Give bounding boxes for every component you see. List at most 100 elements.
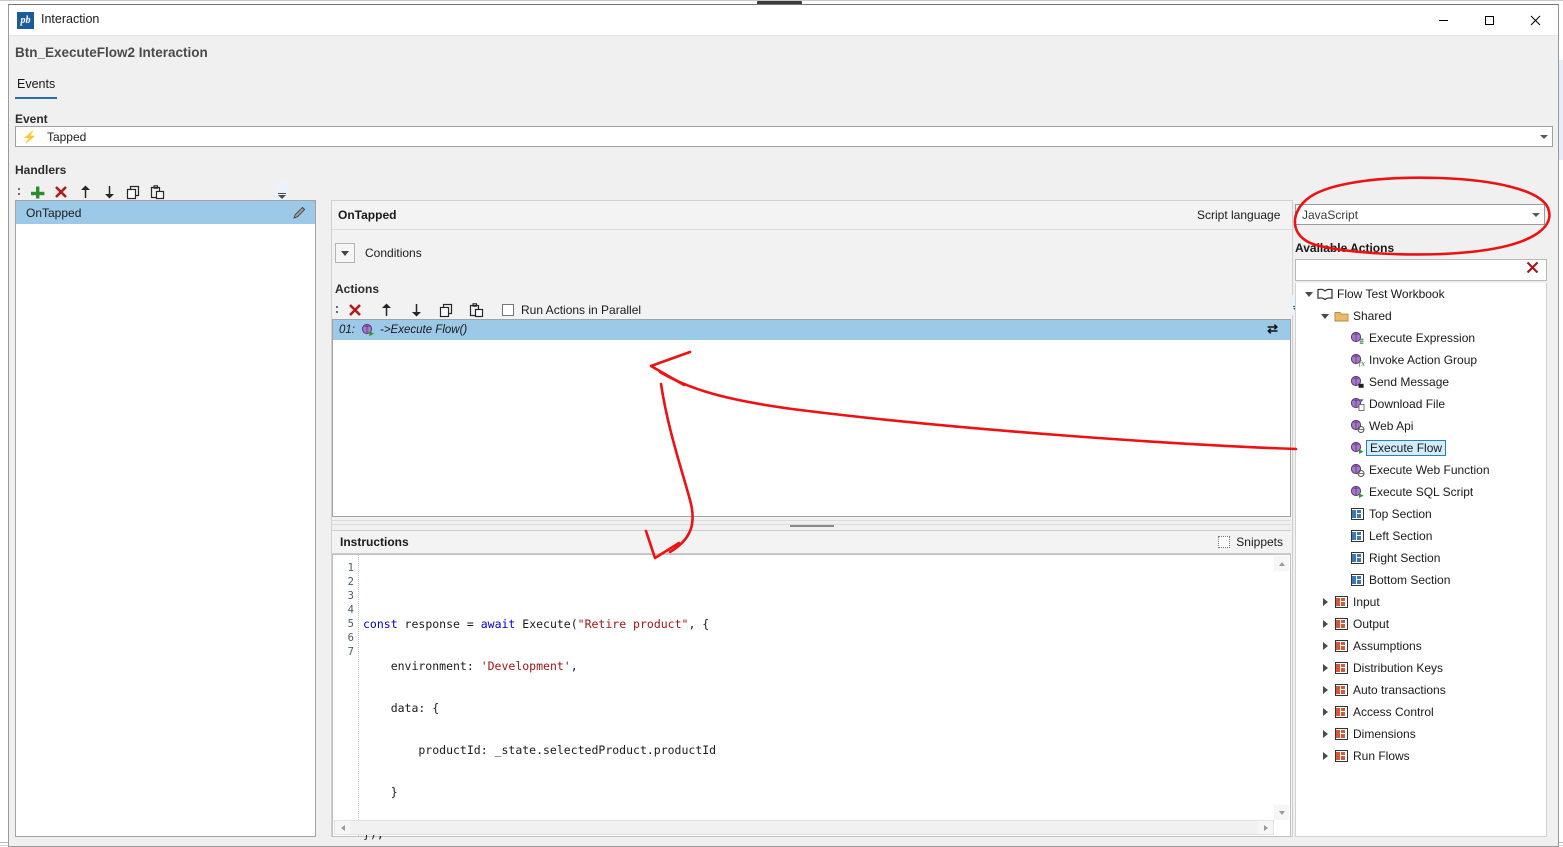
chevron-down-icon[interactable]: [1302, 292, 1316, 297]
handlers-list[interactable]: OnTapped: [15, 200, 316, 837]
run-parallel-checkbox-row[interactable]: Run Actions in Parallel: [502, 303, 641, 317]
paste-action-button[interactable]: [464, 299, 488, 321]
actions-toolbar-grip[interactable]: [335, 304, 339, 316]
close-button[interactable]: [1512, 5, 1558, 36]
action-download-icon: [1348, 397, 1366, 411]
tree-item-distribution-keys[interactable]: Distribution Keys: [1296, 657, 1546, 679]
editor-vertical-scrollbar[interactable]: [1274, 556, 1289, 820]
chevron-right-icon[interactable]: [1318, 730, 1332, 738]
tree-item-web-api[interactable]: Web Api: [1296, 415, 1546, 437]
available-actions-search[interactable]: [1295, 259, 1547, 281]
editor-horizontal-scrollbar[interactable]: [334, 820, 1274, 835]
snippets-checkbox-row[interactable]: Snippets: [1218, 535, 1283, 549]
action-expression-icon: [1348, 331, 1366, 345]
code-line: environment: 'Development',: [363, 659, 1272, 673]
copy-action-button[interactable]: [434, 299, 458, 321]
pane-splitter[interactable]: [332, 520, 1291, 530]
chevron-right-icon[interactable]: [1318, 664, 1332, 672]
event-value: Tapped: [47, 130, 86, 144]
code-line: productId: _state.selectedProduct.produc…: [363, 743, 1272, 757]
minimize-button[interactable]: [1420, 5, 1466, 36]
handlers-toolbar-overflow-button[interactable]: [275, 182, 289, 202]
chevron-down-icon[interactable]: [1532, 213, 1540, 217]
run-parallel-checkbox[interactable]: [502, 304, 514, 316]
pencil-icon[interactable]: [292, 205, 307, 223]
script-language-dropdown[interactable]: JavaScript: [1295, 204, 1545, 225]
page-title: Btn_ExecuteFlow2 Interaction: [15, 45, 208, 60]
available-actions-tree[interactable]: Flow Test Workbook Shared Execute Expres…: [1295, 283, 1547, 837]
screen: pb Interaction Btn_ExecuteFlow2 Interact…: [0, 0, 1563, 847]
tree-item-output[interactable]: Output: [1296, 613, 1546, 635]
event-label: Event: [15, 112, 48, 126]
scroll-down-button[interactable]: [1274, 805, 1289, 820]
tree-item-label: Execute Flow: [1367, 441, 1445, 455]
chevron-right-icon[interactable]: [1318, 620, 1332, 628]
maximize-button[interactable]: [1466, 5, 1512, 36]
run-parallel-label: Run Actions in Parallel: [521, 303, 641, 317]
tree-item-left-section[interactable]: Left Section: [1296, 525, 1546, 547]
tree-item-top-section[interactable]: Top Section: [1296, 503, 1546, 525]
conditions-expander-button[interactable]: [335, 243, 355, 263]
chevron-right-icon[interactable]: [1318, 686, 1332, 694]
section-icon: [1348, 530, 1366, 542]
tree-item-shared[interactable]: Shared: [1296, 305, 1546, 327]
chevron-right-icon[interactable]: [1318, 708, 1332, 716]
tree-item-execute-expression[interactable]: Execute Expression: [1296, 327, 1546, 349]
search-input[interactable]: [1296, 262, 1526, 278]
line-number: 6: [333, 631, 358, 645]
tree-item-download-file[interactable]: Download File: [1296, 393, 1546, 415]
tree-item-flow-test-workbook[interactable]: Flow Test Workbook: [1296, 283, 1546, 305]
tree-item-invoke-action-group[interactable]: fx Invoke Action Group: [1296, 349, 1546, 371]
action-message-icon: [1348, 375, 1366, 389]
chevron-right-icon[interactable]: [1318, 598, 1332, 606]
snippets-label: Snippets: [1236, 535, 1283, 549]
chevron-down-icon[interactable]: [1318, 314, 1332, 319]
toolbar-grip[interactable]: [17, 186, 21, 198]
scroll-up-button[interactable]: [1274, 556, 1289, 571]
section-icon: [1332, 640, 1350, 652]
tree-item-dimensions[interactable]: Dimensions: [1296, 723, 1546, 745]
move-action-down-button[interactable]: [404, 299, 428, 321]
tree-item-send-message[interactable]: Send Message: [1296, 371, 1546, 393]
handler-list-item[interactable]: OnTapped: [16, 201, 315, 224]
chevron-right-icon[interactable]: [1318, 752, 1332, 760]
tree-item-access-control[interactable]: Access Control: [1296, 701, 1546, 723]
sync-arrows-icon[interactable]: ⇄: [1267, 321, 1278, 337]
scroll-right-button[interactable]: [1258, 821, 1273, 834]
event-combobox[interactable]: ⚡ Tapped: [15, 126, 1553, 147]
section-icon: [1332, 662, 1350, 674]
editor-gutter: 1 2 3 4 5 6 7: [333, 555, 359, 836]
actions-list[interactable]: 01: ->Execute Flow() ⇄: [332, 319, 1291, 517]
tree-item-execute-sql-script[interactable]: Execute SQL Script: [1296, 481, 1546, 503]
tree-item-label: Execute Expression: [1369, 331, 1475, 345]
clear-search-icon[interactable]: [1526, 261, 1539, 279]
tree-item-label: Download File: [1369, 397, 1445, 411]
snippets-checkbox[interactable]: [1218, 536, 1230, 548]
line-number: 4: [333, 603, 358, 617]
tree-item-run-flows[interactable]: Run Flows: [1296, 745, 1546, 767]
tree-item-input[interactable]: Input: [1296, 591, 1546, 613]
editor-code-area[interactable]: const response = await Execute("Retire p…: [363, 555, 1272, 847]
tab-events[interactable]: Events: [15, 75, 57, 99]
chevron-right-icon[interactable]: [1318, 642, 1332, 650]
chevron-down-icon[interactable]: [1540, 135, 1548, 139]
tree-item-execute-web-function[interactable]: Execute Web Function: [1296, 459, 1546, 481]
tree-item-label: Dimensions: [1353, 727, 1416, 741]
instructions-editor[interactable]: 1 2 3 4 5 6 7 const response = await Exe…: [332, 554, 1291, 837]
tree-item-label: Assumptions: [1353, 639, 1422, 653]
action-list-item[interactable]: 01: ->Execute Flow() ⇄: [333, 320, 1290, 340]
section-icon: [1348, 508, 1366, 520]
action-sql-icon: [1348, 485, 1366, 499]
bolt-icon: ⚡: [22, 131, 37, 143]
scroll-left-button[interactable]: [335, 821, 350, 834]
tree-item-assumptions[interactable]: Assumptions: [1296, 635, 1546, 657]
move-action-up-button[interactable]: [374, 299, 398, 321]
tree-item-right-section[interactable]: Right Section: [1296, 547, 1546, 569]
tree-item-auto-transactions[interactable]: Auto transactions: [1296, 679, 1546, 701]
tree-item-label: Execute SQL Script: [1369, 485, 1473, 499]
tree-item-execute-flow[interactable]: Execute Flow: [1296, 437, 1546, 459]
tree-item-bottom-section[interactable]: Bottom Section: [1296, 569, 1546, 591]
tree-item-label: Invoke Action Group: [1369, 353, 1477, 367]
delete-action-button[interactable]: [343, 299, 367, 321]
available-actions-label: Available Actions: [1295, 241, 1394, 255]
